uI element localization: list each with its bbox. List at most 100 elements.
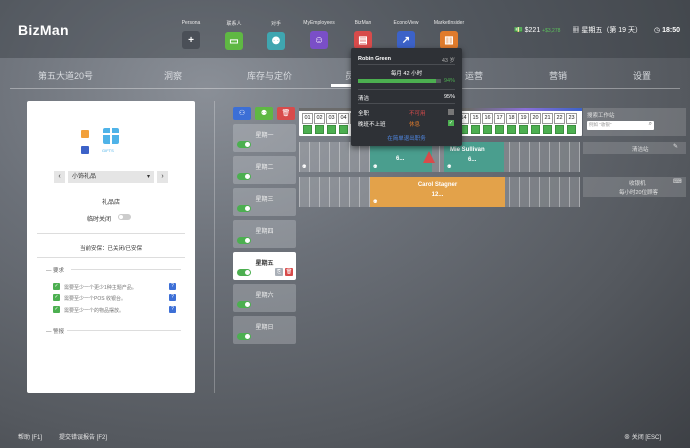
day-toggle[interactable] xyxy=(237,141,251,148)
time-display: ◷ 18:50 xyxy=(654,27,680,34)
check-icon: ✓ xyxy=(53,283,60,290)
hour-checkbox[interactable] xyxy=(303,125,312,134)
divider xyxy=(358,89,455,90)
copy-icon[interactable]: ⎘ xyxy=(275,268,283,276)
prev-arrow-icon[interactable]: ‹ xyxy=(54,171,65,183)
money-icon: 💵 xyxy=(513,27,523,34)
day-tuesday[interactable]: 星期二 xyxy=(233,156,296,184)
day-toggle[interactable] xyxy=(237,205,251,212)
search-icon: ⌕ xyxy=(648,121,652,127)
store-type-selector: ‹ 小饰礼品 ▾ › xyxy=(54,171,169,183)
hour-checkbox[interactable] xyxy=(315,125,324,134)
report-bug-link[interactable]: 提交错误报告 [F2] xyxy=(59,432,107,441)
temp-closed-toggle[interactable] xyxy=(118,214,131,220)
hour-checkbox[interactable] xyxy=(555,125,564,134)
delete-icon[interactable]: 🗑 xyxy=(277,107,295,120)
hour-checkbox[interactable] xyxy=(339,125,348,134)
hour-cell: 02 xyxy=(314,113,325,124)
tab-settings[interactable]: 设置 xyxy=(633,69,651,82)
orange-badge-icon xyxy=(81,130,89,138)
schedule-row-2: Carol Stagner 12... ⚉ xyxy=(299,177,580,207)
app-launcher-marketinsider[interactable]: MarketInsider ▥ xyxy=(431,20,467,49)
close-button[interactable]: ⊗ 关闭 [ESC] xyxy=(624,432,661,441)
help-icon[interactable]: ? xyxy=(169,306,176,313)
hour-cell: 16 xyxy=(482,113,493,124)
day-saturday[interactable]: 星期六 xyxy=(233,284,296,312)
add-employee-icon[interactable]: ⚉ xyxy=(255,107,273,120)
requirement-item: 需要至少一个更少1种主题产品。 xyxy=(64,285,137,291)
date-display: ▦ 星期五（第 19 天） xyxy=(572,27,643,34)
gift-box-icon xyxy=(103,128,119,144)
tab-marketing[interactable]: 营销 xyxy=(549,69,567,82)
divider xyxy=(358,103,455,104)
hour-cell: 20 xyxy=(530,113,541,124)
day-friday-selected[interactable]: 星期五 ⎘ 🗑 xyxy=(233,252,296,280)
status-bar: 💵 $221 +$3,278 ▦ 星期五（第 19 天） ◷ 18:50 xyxy=(514,25,680,35)
workstation-search-input[interactable]: 例如 "收银" ⌕ xyxy=(587,121,654,130)
hour-cell: 19 xyxy=(518,113,529,124)
tab-operations[interactable]: 运营 xyxy=(465,69,483,82)
help-icon[interactable]: ? xyxy=(169,294,176,301)
check-icon: ✓ xyxy=(53,306,60,313)
temp-closed-label: 临时关闭 xyxy=(87,217,112,223)
hour-checkbox[interactable] xyxy=(495,125,504,134)
hour-checkbox[interactable] xyxy=(327,125,336,134)
day-sunday[interactable]: 星期日 xyxy=(233,316,296,344)
app-launcher-contacts[interactable]: 联系人 ▭ xyxy=(216,20,252,50)
tab-insights[interactable]: 洞察 xyxy=(164,69,182,82)
add-group-icon[interactable]: ⚇ xyxy=(233,107,251,120)
app-launcher-employees[interactable]: MyEmployees ☺ xyxy=(301,20,337,49)
clock-icon: ◷ xyxy=(654,27,661,34)
shift-block[interactable]: Mie Sullivan 6... ⚉ xyxy=(444,142,504,172)
tab-inventory[interactable]: 库存与定价 xyxy=(247,69,292,82)
warning-icon[interactable] xyxy=(423,151,435,163)
hour-checkbox[interactable] xyxy=(567,125,576,134)
requirements-heading: — 要求 xyxy=(46,268,65,274)
help-link[interactable]: 帮助 [F1] xyxy=(18,432,42,441)
checkbox[interactable] xyxy=(448,109,454,115)
day-thursday[interactable]: 星期四 xyxy=(233,220,296,248)
workstation-search-panel: 搜索工作站 例如 "收银" ⌕ xyxy=(583,108,686,136)
hour-checkbox[interactable] xyxy=(483,125,492,134)
person-icon: ⚉ xyxy=(373,164,378,170)
check-icon: ✓ xyxy=(53,294,60,301)
hour-cell: 18 xyxy=(506,113,517,124)
hour-cell: 21 xyxy=(542,113,553,124)
day-monday[interactable]: 星期一 xyxy=(233,124,296,152)
app-launcher-persona[interactable]: Persona + xyxy=(173,20,209,49)
trash-icon[interactable]: 🗑 xyxy=(285,268,293,276)
money-delta: +$3,278 xyxy=(542,28,561,34)
contacts-icon: ▭ xyxy=(225,32,243,50)
day-toggle[interactable] xyxy=(237,173,251,180)
shift-block[interactable]: Carol Stagner 12... ⚉ xyxy=(370,177,505,207)
day-toggle[interactable] xyxy=(237,269,251,276)
hour-checkbox[interactable] xyxy=(531,125,540,134)
tab-location[interactable]: 第五大道20号 xyxy=(38,69,93,82)
warnings-heading: — 警报 xyxy=(46,329,65,335)
employees-icon: ☺ xyxy=(310,31,328,49)
bizman-icon: ▤ xyxy=(354,31,372,49)
econoview-icon: ↗ xyxy=(397,31,415,49)
hour-cell: 03 xyxy=(326,113,337,124)
divider xyxy=(37,233,185,234)
check-icon[interactable]: ✓ xyxy=(448,120,454,126)
store-type-dropdown[interactable]: 小饰礼品 ▾ xyxy=(68,171,154,183)
hour-checkbox[interactable] xyxy=(471,125,480,134)
day-wednesday[interactable]: 星期三 xyxy=(233,188,296,216)
hour-checkbox[interactable] xyxy=(543,125,552,134)
person-icon: ⚉ xyxy=(447,164,452,170)
help-icon[interactable]: ? xyxy=(169,283,176,290)
next-arrow-icon[interactable]: › xyxy=(157,171,168,183)
hour-cell: 22 xyxy=(554,113,565,124)
app-launcher-econoview[interactable]: EconoView ↗ xyxy=(388,20,424,49)
day-toggle[interactable] xyxy=(237,301,251,308)
app-launcher-bizman[interactable]: BizMan ▤ xyxy=(345,20,381,49)
day-toggle[interactable] xyxy=(237,333,251,340)
app-launcher-competitors[interactable]: 对手 ⚉ xyxy=(258,20,294,50)
day-toggle[interactable] xyxy=(237,237,251,244)
money-display: 💵 $221 +$3,278 xyxy=(513,27,561,34)
chevron-down-icon: ▾ xyxy=(146,174,150,180)
hour-checkbox[interactable] xyxy=(507,125,516,134)
hour-checkbox[interactable] xyxy=(519,125,528,134)
hour-cell: 01 xyxy=(302,113,313,124)
